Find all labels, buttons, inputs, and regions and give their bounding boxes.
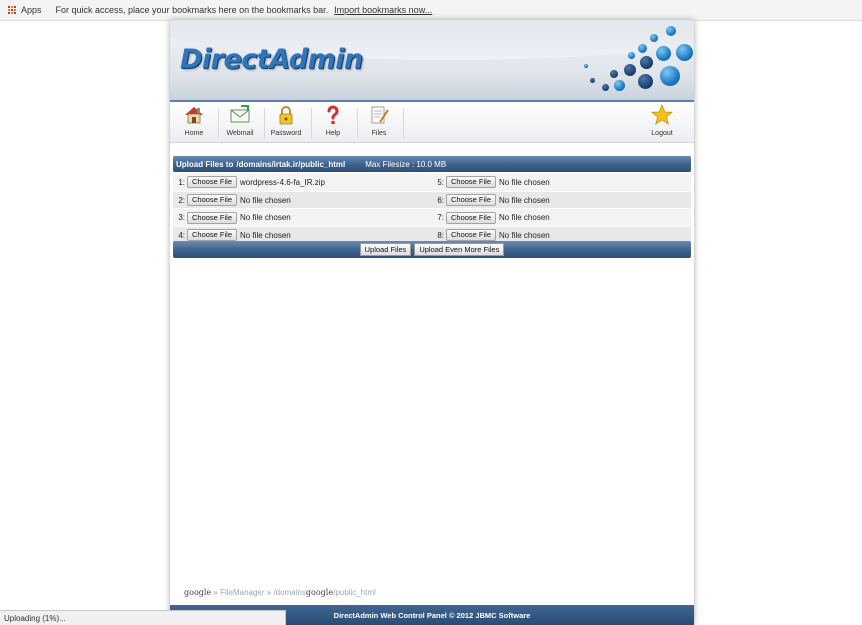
breadcrumb-filemanager[interactable]: FileManager bbox=[220, 588, 264, 597]
choose-file-button-7[interactable]: Choose File bbox=[446, 211, 497, 224]
nav-label-password: Password bbox=[270, 130, 302, 137]
upload-title: Upload Files to bbox=[176, 159, 234, 169]
nav-label-help: Help bbox=[325, 130, 341, 137]
upload-row: 3: Choose File No file chosen 7: Choose … bbox=[173, 209, 691, 228]
breadcrumb-public-html[interactable]: /public_html bbox=[333, 588, 376, 597]
choose-file-button-5[interactable]: Choose File bbox=[446, 176, 497, 189]
logo-dots-graphic bbox=[580, 24, 693, 98]
upload-slot-8: 8: Choose File No file chosen bbox=[437, 229, 550, 242]
files-icon bbox=[368, 104, 390, 126]
import-bookmarks-link[interactable]: Import bookmarks now... bbox=[334, 5, 432, 15]
nav-password[interactable]: Password bbox=[265, 104, 307, 137]
upload-slot-2: 2: Choose File No file chosen bbox=[178, 194, 291, 207]
breadcrumb: google » FileManager » /domainsgoogle/pu… bbox=[184, 588, 376, 597]
nav-logout[interactable]: Logout bbox=[641, 103, 683, 137]
nav-home[interactable]: Home bbox=[173, 104, 215, 137]
file-name-6: No file chosen bbox=[499, 195, 550, 205]
choose-file-button-2[interactable]: Choose File bbox=[187, 194, 238, 207]
file-name-3: No file chosen bbox=[240, 213, 291, 223]
upload-more-files-button[interactable]: Upload Even More Files bbox=[414, 243, 505, 256]
toolbar: Home Webmail Password Help Files Logout bbox=[170, 102, 694, 143]
file-name-1: wordpress-4.6-fa_IR.zip bbox=[240, 177, 325, 187]
breadcrumb-middle: google bbox=[305, 588, 334, 597]
max-filesize: Max Filesize : 10.0 MB bbox=[365, 159, 447, 169]
star-icon bbox=[650, 103, 674, 126]
upload-row: 1: Choose File wordpress-4.6-fa_IR.zip 5… bbox=[173, 174, 691, 192]
choose-file-button-3[interactable]: Choose File bbox=[187, 211, 238, 224]
file-name-7: No file chosen bbox=[499, 213, 550, 223]
home-icon bbox=[183, 104, 205, 126]
choose-file-button-8[interactable]: Choose File bbox=[446, 229, 497, 242]
upload-slot-1: 1: Choose File wordpress-4.6-fa_IR.zip bbox=[178, 176, 325, 189]
upload-header-bar: Upload Files to /domains/irtak.ir/public… bbox=[173, 156, 691, 172]
apps-label[interactable]: Apps bbox=[21, 5, 42, 15]
nav-files[interactable]: Files bbox=[358, 104, 400, 137]
upload-slot-5: 5: Choose File No file chosen bbox=[437, 176, 550, 189]
lock-icon bbox=[275, 104, 297, 126]
breadcrumb-root: google bbox=[184, 588, 212, 597]
upload-files-button[interactable]: Upload Files bbox=[359, 243, 412, 256]
nav-label-home: Home bbox=[184, 130, 204, 137]
breadcrumb-domains[interactable]: /domains bbox=[273, 588, 305, 597]
nav-help[interactable]: Help bbox=[312, 104, 354, 137]
directadmin-page: DirectAdmin Home Webmail Password Help F… bbox=[170, 20, 694, 625]
choose-file-button-6[interactable]: Choose File bbox=[446, 194, 497, 207]
file-name-5: No file chosen bbox=[499, 177, 550, 187]
upload-slots: 1: Choose File wordpress-4.6-fa_IR.zip 5… bbox=[173, 174, 691, 245]
upload-slot-7: 7: Choose File No file chosen bbox=[437, 211, 550, 224]
file-name-2: No file chosen bbox=[240, 195, 291, 205]
nav-label-files: Files bbox=[371, 130, 387, 137]
upload-path: /domains/irtak.ir/public_html bbox=[236, 159, 346, 169]
upload-slot-3: 3: Choose File No file chosen bbox=[178, 211, 291, 224]
upload-row: 2: Choose File No file chosen 6: Choose … bbox=[173, 191, 691, 210]
apps-grid-icon[interactable] bbox=[8, 5, 17, 15]
webmail-icon bbox=[229, 104, 251, 126]
choose-file-button-4[interactable]: Choose File bbox=[187, 229, 238, 242]
upload-actions-bar: Upload Files Upload Even More Files bbox=[173, 241, 691, 258]
file-name-4: No file chosen bbox=[240, 230, 291, 240]
nav-webmail[interactable]: Webmail bbox=[219, 104, 261, 137]
upload-slot-6: 6: Choose File No file chosen bbox=[437, 194, 550, 207]
browser-status-bar: Uploading (1%)... bbox=[0, 610, 286, 625]
bookmarks-bar: Apps For quick access, place your bookma… bbox=[0, 0, 862, 21]
file-name-8: No file chosen bbox=[499, 230, 550, 240]
nav-label-webmail: Webmail bbox=[226, 130, 254, 137]
directadmin-logo: DirectAdmin bbox=[180, 44, 363, 75]
choose-file-button-1[interactable]: Choose File bbox=[187, 176, 238, 189]
help-icon bbox=[322, 104, 344, 126]
header-banner: DirectAdmin bbox=[170, 20, 694, 102]
nav-label-logout: Logout bbox=[651, 130, 673, 137]
bookmarks-message: For quick access, place your bookmarks h… bbox=[55, 5, 329, 15]
upload-slot-4: 4: Choose File No file chosen bbox=[178, 229, 291, 242]
